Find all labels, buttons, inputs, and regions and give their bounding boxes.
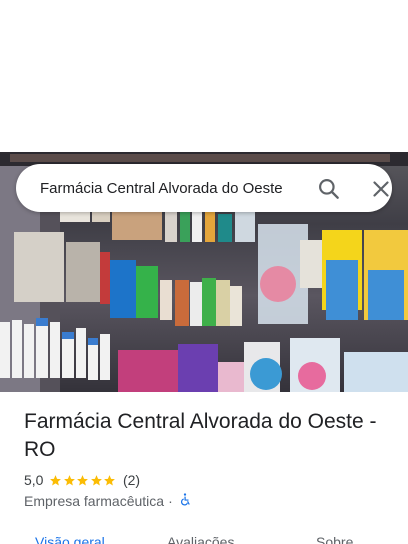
rating-value: 5,0 <box>24 472 44 488</box>
tab-bar: Visão geral Avaliações Sobre <box>0 528 408 544</box>
category-row: Empresa farmacêutica · <box>24 492 192 510</box>
search-input[interactable]: Farmácia Central Alvorada do Oeste <box>40 179 306 199</box>
search-box[interactable]: Farmácia Central Alvorada do Oeste <box>16 164 392 212</box>
star-icon <box>91 474 102 485</box>
star-icon <box>64 474 75 485</box>
rating-row[interactable]: 5,0 (2) <box>24 471 140 489</box>
separator-dot: · <box>168 493 173 509</box>
tab-reviews[interactable]: Avaliações <box>167 534 234 544</box>
star-icon <box>77 474 89 485</box>
star-icon <box>50 474 62 485</box>
tab-about[interactable]: Sobre <box>316 534 353 544</box>
close-icon[interactable] <box>368 176 394 202</box>
search-icon[interactable] <box>316 176 342 202</box>
place-category[interactable]: Empresa farmacêutica <box>24 493 164 509</box>
rating-stars <box>49 474 117 487</box>
review-count[interactable]: (2) <box>123 472 140 488</box>
tab-overview[interactable]: Visão geral <box>35 534 105 544</box>
map-area-blank <box>0 0 408 152</box>
place-title: Farmácia Central Alvorada do Oeste - RO <box>24 410 377 461</box>
star-icon <box>104 474 116 485</box>
wheelchair-icon <box>178 492 192 510</box>
